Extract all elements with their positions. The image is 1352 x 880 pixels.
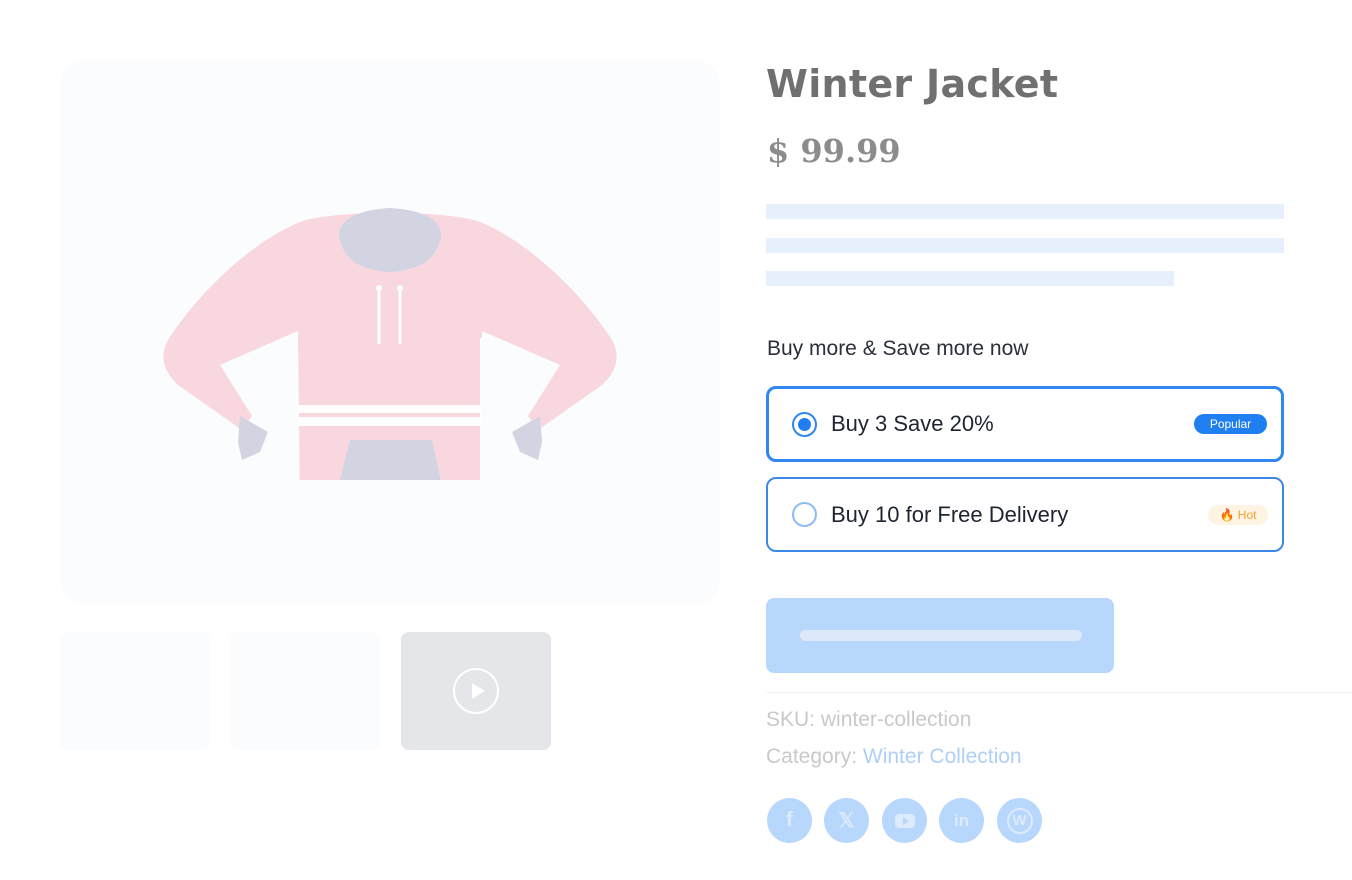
button-label-placeholder	[800, 630, 1082, 641]
description-placeholder-line	[766, 271, 1174, 286]
product-title: Winter Jacket	[766, 62, 1059, 106]
offer-label: Buy 10 for Free Delivery	[831, 501, 1069, 527]
offer-option-buy-3[interactable]: Buy 3 Save 20% Popular	[766, 386, 1284, 462]
youtube-icon[interactable]	[882, 798, 927, 843]
video-thumbnail[interactable]	[401, 632, 551, 750]
wordpress-icon[interactable]: W	[997, 798, 1042, 843]
sku-value: winter-collection	[820, 708, 972, 731]
category-row: Category: Winter Collection	[766, 745, 1022, 769]
offer-label: Buy 3 Save 20%	[831, 411, 994, 436]
x-glyph: 𝕏	[838, 810, 855, 832]
facebook-icon[interactable]: f	[767, 798, 812, 843]
radio-selected-icon[interactable]	[792, 411, 817, 437]
offer-option-buy-10[interactable]: Buy 10 for Free Delivery 🔥 Hot	[766, 477, 1284, 552]
description-placeholder-line	[766, 238, 1284, 253]
x-icon[interactable]: 𝕏	[824, 798, 869, 843]
category-link[interactable]: Winter Collection	[863, 745, 1022, 768]
product-price: $ 99.99	[767, 132, 901, 170]
product-main-image[interactable]	[60, 60, 720, 605]
sku-label: SKU:	[766, 708, 816, 731]
linkedin-glyph: in	[953, 810, 970, 830]
description-placeholder-line	[766, 204, 1284, 219]
category-label: Category:	[766, 745, 858, 768]
radio-unselected-icon[interactable]	[792, 502, 817, 527]
popular-badge: Popular	[1194, 414, 1267, 434]
linkedin-icon[interactable]: in	[939, 798, 984, 843]
wordpress-glyph: W	[1006, 807, 1033, 834]
add-to-cart-button[interactable]	[766, 598, 1114, 673]
hot-badge: 🔥 Hot	[1208, 504, 1268, 525]
thumbnail-2[interactable]	[230, 632, 380, 750]
play-icon	[453, 668, 499, 714]
divider	[766, 692, 1352, 693]
sku-row: SKU: winter-collection	[766, 708, 971, 732]
facebook-glyph: f	[786, 809, 793, 831]
hoodie-image	[163, 208, 617, 480]
thumbnail-1[interactable]	[60, 632, 210, 750]
offer-heading: Buy more & Save more now	[767, 337, 1029, 360]
youtube-glyph	[894, 813, 915, 828]
